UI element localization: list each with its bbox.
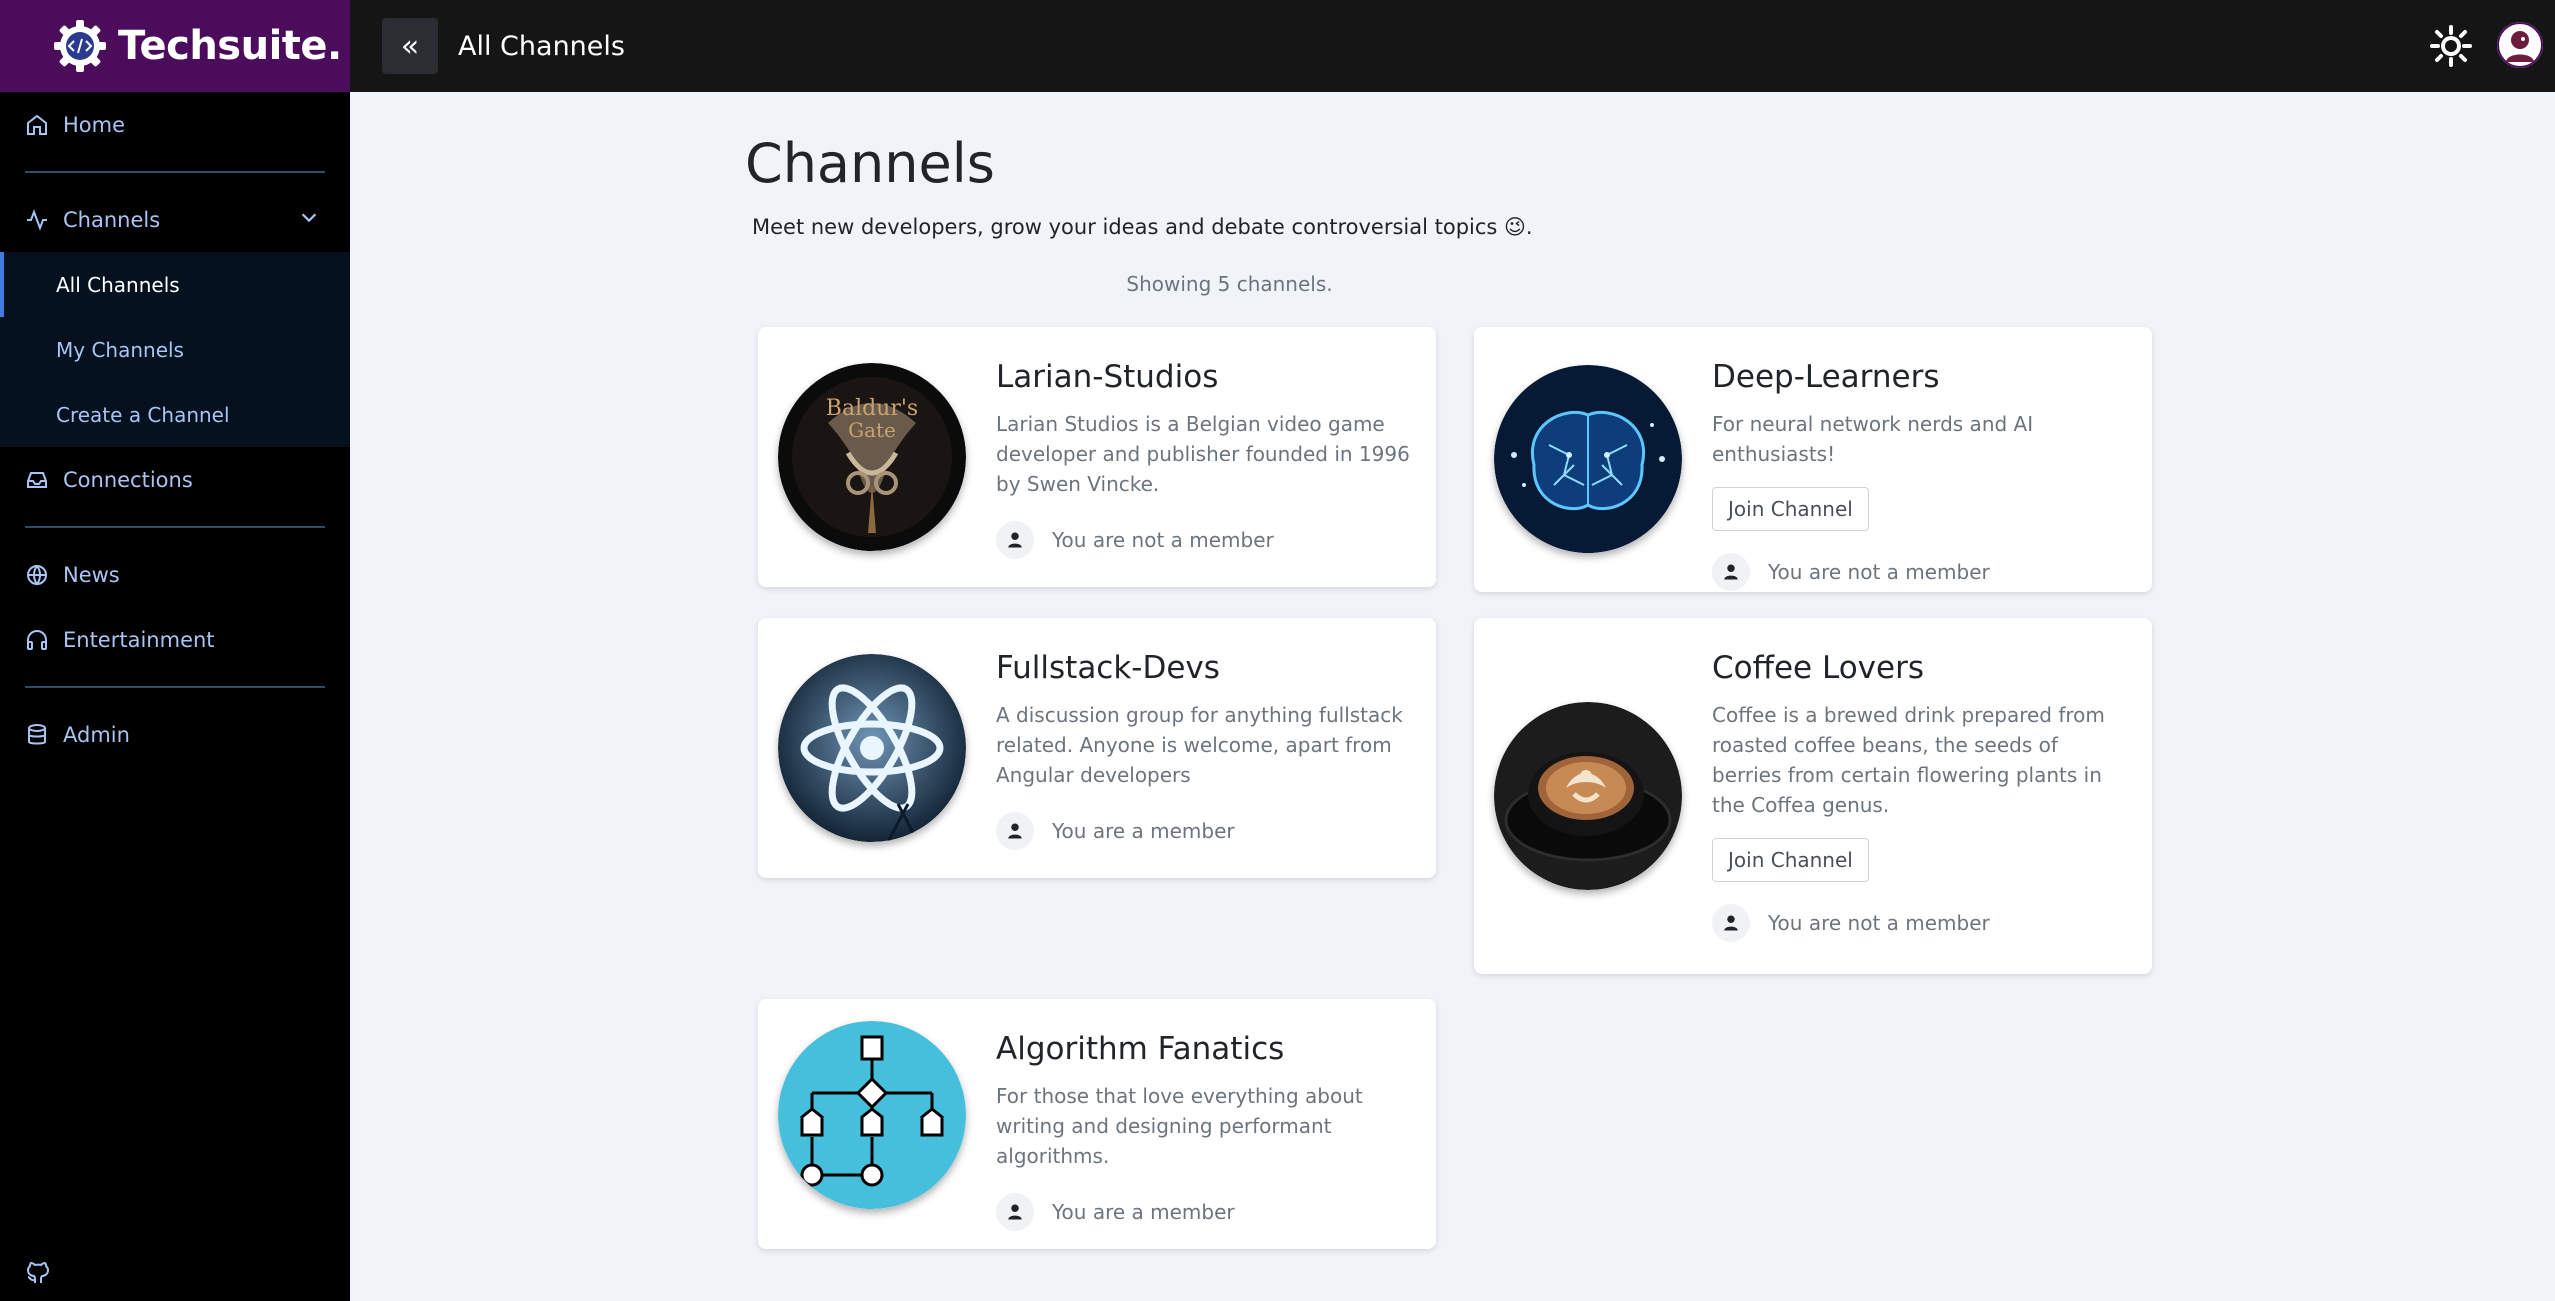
divider [25, 526, 325, 528]
sidebar-item-connections[interactable]: Connections [0, 447, 350, 512]
membership-text: You are a member [1052, 1200, 1235, 1224]
game-logo-text: Gate [848, 418, 896, 442]
sidebar-item-label: News [63, 562, 120, 587]
membership-status: You are a member [996, 1193, 1416, 1231]
globe-icon [25, 562, 51, 588]
membership-status: You are not a member [1712, 904, 2132, 942]
channel-name: Deep-Learners [1712, 359, 1940, 395]
sidebar-item-channels[interactable]: Channels [0, 187, 350, 252]
channel-count: Showing 5 channels. [1126, 272, 1333, 296]
channel-name: Algorithm Fanatics [996, 1031, 1285, 1067]
topbar: « All Channels [350, 0, 2555, 92]
channel-name: Coffee Lovers [1712, 650, 1924, 686]
headphones-icon [25, 627, 51, 653]
channel-image [778, 654, 966, 842]
channels-subnav: All Channels My Channels Create a Channe… [0, 252, 350, 447]
user-icon [1712, 553, 1750, 591]
sidebar-subitem-my-channels[interactable]: My Channels [0, 317, 350, 382]
channel-card-algorithm-fanatics[interactable]: Algorithm Fanatics For those that love e… [758, 999, 1436, 1249]
home-icon [25, 112, 51, 138]
channel-card-body: Deep-Learners For neural network nerds a… [1712, 359, 2132, 591]
channel-image [778, 1021, 966, 1209]
sidebar-item-label: Home [63, 112, 126, 137]
channel-card-larian-studios[interactable]: Baldur's Gate Larian-Studios Larian Stud… [758, 327, 1436, 587]
channel-image [1494, 702, 1682, 890]
user-avatar[interactable] [2497, 22, 2543, 68]
activity-icon [25, 207, 51, 233]
channel-name: Larian-Studios [996, 359, 1219, 395]
sidebar-item-label: Entertainment [63, 627, 215, 652]
sidebar: Techsuite. Home Channels All Channels My… [0, 0, 350, 1301]
gear-code-logo-icon [52, 18, 108, 74]
brand[interactable]: Techsuite. [0, 0, 350, 92]
channel-description: Coffee is a brewed drink prepared from r… [1712, 703, 2105, 817]
sun-icon [2430, 25, 2472, 67]
channel-card-body: Algorithm Fanatics For those that love e… [996, 1031, 1416, 1231]
channel-description: A discussion group for anything fullstac… [996, 703, 1403, 787]
main-content: Channels Meet new developers, grow your … [350, 92, 2555, 1301]
channel-card-body: Coffee Lovers Coffee is a brewed drink p… [1712, 650, 2132, 942]
sidebar-item-admin[interactable]: Admin [0, 702, 350, 767]
divider [25, 171, 325, 173]
channel-description: For neural network nerds and AI enthusia… [1712, 412, 2034, 466]
sidebar-item-label: Admin [63, 722, 130, 747]
theme-toggle-button[interactable] [2427, 22, 2475, 70]
channel-description: For those that love everything about wri… [996, 1084, 1363, 1168]
membership-text: You are not a member [1768, 560, 1990, 584]
user-icon [996, 812, 1034, 850]
user-icon [996, 1193, 1034, 1231]
page-title: Channels [745, 132, 995, 195]
database-icon [25, 722, 51, 748]
sidebar-item-news[interactable]: News [0, 542, 350, 607]
channel-card-fullstack-devs[interactable]: Fullstack-Devs A discussion group for an… [758, 618, 1436, 878]
membership-status: You are not a member [996, 521, 1416, 559]
join-channel-button[interactable]: Join Channel [1712, 838, 1869, 882]
sidebar-subitem-create-channel[interactable]: Create a Channel [0, 382, 350, 447]
inbox-icon [25, 467, 51, 493]
membership-status: You are a member [996, 812, 1416, 850]
channel-card-deep-learners[interactable]: Deep-Learners For neural network nerds a… [1474, 327, 2152, 592]
user-icon [1712, 904, 1750, 942]
channel-description: Larian Studios is a Belgian video game d… [996, 412, 1410, 496]
sidebar-item-label: Channels [63, 207, 161, 232]
double-chevron-left-icon: « [400, 28, 420, 64]
sidebar-item-entertainment[interactable]: Entertainment [0, 607, 350, 672]
sidebar-nav: Home Channels All Channels My Channels C… [0, 92, 350, 767]
membership-text: You are a member [1052, 819, 1235, 843]
brand-name: Techsuite. [118, 23, 342, 69]
channel-card-coffee-lovers[interactable]: Coffee Lovers Coffee is a brewed drink p… [1474, 618, 2152, 974]
join-channel-button[interactable]: Join Channel [1712, 487, 1869, 531]
chevron-down-icon[interactable] [298, 206, 320, 233]
channel-card-body: Fullstack-Devs A discussion group for an… [996, 650, 1416, 850]
collapse-sidebar-button[interactable]: « [382, 18, 438, 74]
sidebar-item-home[interactable]: Home [0, 92, 350, 157]
membership-text: You are not a member [1768, 911, 1990, 935]
channel-image [1494, 365, 1682, 553]
channel-image: Baldur's Gate [778, 363, 966, 551]
sidebar-item-label: Connections [63, 467, 193, 492]
membership-status: You are not a member [1712, 553, 2132, 591]
membership-text: You are not a member [1052, 528, 1274, 552]
divider [25, 686, 325, 688]
page-description: Meet new developers, grow your ideas and… [752, 215, 1533, 239]
top-page-title: All Channels [458, 30, 625, 62]
github-icon[interactable] [26, 1261, 52, 1287]
channel-card-body: Larian-Studios Larian Studios is a Belgi… [996, 359, 1416, 559]
channel-name: Fullstack-Devs [996, 650, 1220, 686]
user-icon [996, 521, 1034, 559]
sidebar-subitem-all-channels[interactable]: All Channels [0, 252, 350, 317]
